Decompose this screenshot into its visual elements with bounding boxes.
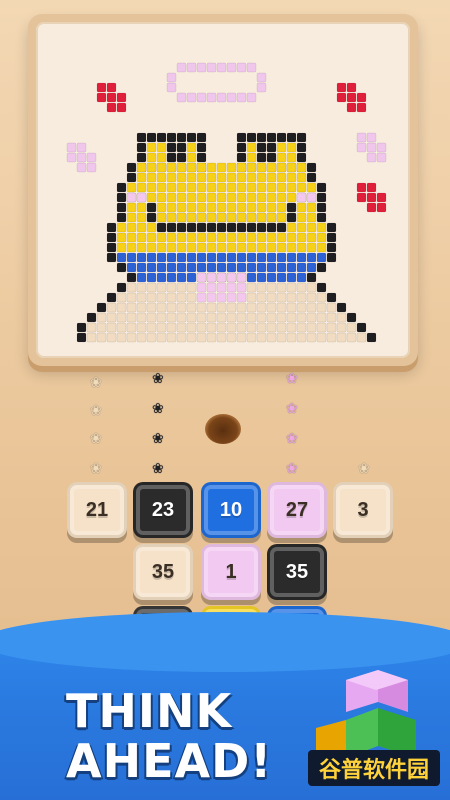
number-tile[interactable]: 27: [267, 482, 327, 538]
ant-icon: ❀: [152, 371, 164, 387]
number-tile[interactable]: 21: [67, 482, 127, 538]
ant-icon: ❀: [90, 461, 102, 477]
number-tile[interactable]: 10: [201, 482, 261, 538]
banner-wave: [0, 612, 450, 672]
ant-icon: ❀: [90, 431, 102, 447]
headline-text: THINK AHEAD!: [66, 686, 272, 786]
watermark: 谷普软件园: [308, 750, 440, 786]
ant-icon: ❀: [286, 371, 298, 387]
ant-icon: ❀: [152, 461, 164, 477]
drop-hole[interactable]: [205, 414, 241, 444]
headline-line-1: THINK: [66, 684, 233, 738]
number-tile[interactable]: 23: [133, 482, 193, 538]
tile-number: 21: [85, 498, 109, 521]
ant-icon: ❀: [286, 401, 298, 417]
pixel-art-board: [36, 22, 410, 358]
tile-number: 35: [151, 560, 175, 583]
ant-icon: ❀: [152, 401, 164, 417]
ant-icon: ❀: [286, 431, 298, 447]
tile-number: 27: [285, 498, 309, 521]
number-tile[interactable]: 35: [267, 544, 327, 600]
tile-number: 23: [151, 498, 175, 521]
tile-number: 1: [225, 560, 237, 583]
headline-line-2: AHEAD!: [66, 734, 273, 788]
number-tile[interactable]: 35: [133, 544, 193, 600]
number-tile[interactable]: 3: [333, 482, 393, 538]
frog-pixel-art: [66, 62, 387, 343]
ant-icon: ❀: [90, 375, 102, 391]
ant-icon: ❀: [152, 431, 164, 447]
tile-number: 10: [219, 498, 243, 521]
ant-icon: ❀: [286, 461, 298, 477]
ant-icon: ❀: [358, 461, 370, 477]
ant-icon: ❀: [90, 403, 102, 419]
tile-number: 35: [285, 560, 309, 583]
tile-number: 3: [357, 498, 369, 521]
number-tile[interactable]: 1: [201, 544, 261, 600]
